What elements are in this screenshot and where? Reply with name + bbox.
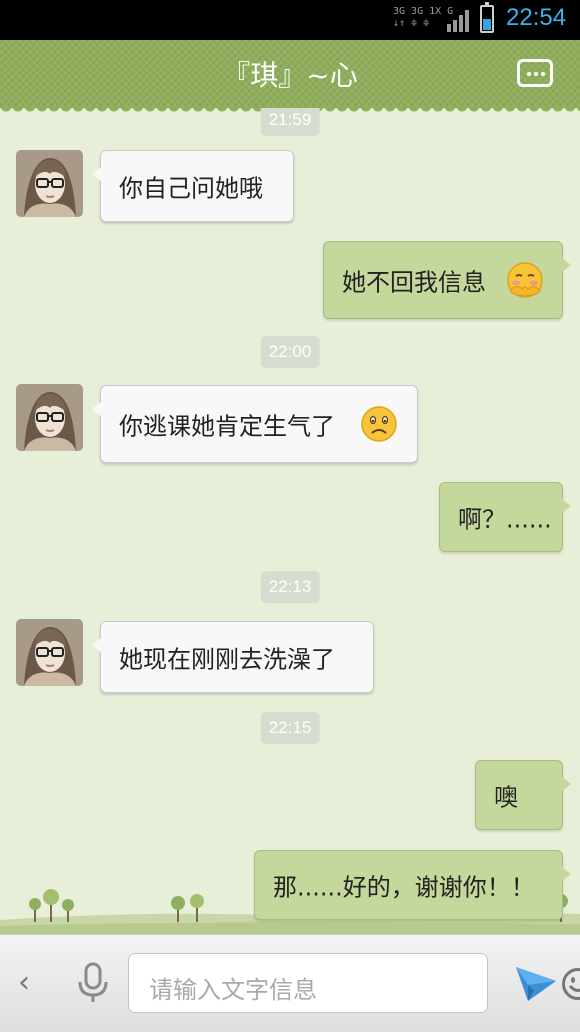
message-text: 噢 xyxy=(494,778,518,813)
smiley-icon[interactable] xyxy=(561,967,580,1001)
collapse-arrow-icon[interactable]: ‹ xyxy=(18,965,30,1000)
outgoing-message-bubble[interactable]: 啊？...... xyxy=(439,482,563,552)
chat-title: 『琪』~心 xyxy=(0,54,580,94)
input-bar: ‹ 请输入文字信息 xyxy=(0,934,580,1032)
timestamp: 22:00 xyxy=(261,336,320,368)
message-input[interactable]: 请输入文字信息 xyxy=(128,953,488,1013)
network-type-indicator: 3G 3G 1X G ↓↑ ≑ ≑ xyxy=(393,6,453,30)
contact-avatar[interactable] xyxy=(16,150,83,217)
incoming-message-bubble[interactable]: 你自己问她哦 xyxy=(100,150,294,222)
microphone-icon[interactable] xyxy=(76,962,110,1004)
message-text: 她不回我信息 xyxy=(342,263,486,298)
chat-header: 『琪』~心 xyxy=(0,40,580,108)
message-text: 那......好的，谢谢你！！ xyxy=(273,868,535,903)
outgoing-message-bubble[interactable]: 她不回我信息 xyxy=(323,241,563,319)
incoming-message-bubble[interactable]: 你逃课她肯定生气了 xyxy=(100,385,418,463)
timestamp: 21:59 xyxy=(261,108,320,136)
outgoing-message-bubble[interactable]: 噢 xyxy=(475,760,563,830)
battery-icon xyxy=(480,5,494,33)
timestamp: 22:13 xyxy=(261,571,320,603)
contact-avatar[interactable] xyxy=(16,384,83,451)
timestamp: 22:15 xyxy=(261,712,320,744)
shy-face-emoji-icon xyxy=(506,261,544,299)
message-text: 你逃课她肯定生气了 xyxy=(119,407,335,442)
sad-face-emoji-icon xyxy=(360,405,398,443)
message-text: 她现在刚刚去洗澡了 xyxy=(119,640,335,675)
send-icon[interactable] xyxy=(514,963,558,1003)
message-list[interactable]: 21:59 你自己问她哦 她不回我信息 22:00 xyxy=(0,108,580,934)
more-icon[interactable] xyxy=(517,59,553,87)
input-placeholder: 请输入文字信息 xyxy=(149,970,317,1005)
contact-avatar[interactable] xyxy=(16,619,83,686)
status-bar: 3G 3G 1X G ↓↑ ≑ ≑ 22:54 xyxy=(0,0,580,40)
signal-strength-icon xyxy=(447,8,469,32)
message-text: 你自己问她哦 xyxy=(119,169,263,204)
network-type-label: 3G 3G 1X G xyxy=(393,6,453,18)
network-activity-label: ↓↑ ≑ ≑ xyxy=(393,18,453,30)
message-text: 啊？...... xyxy=(458,500,552,535)
clock: 22:54 xyxy=(506,4,566,32)
incoming-message-bubble[interactable]: 她现在刚刚去洗澡了 xyxy=(100,621,374,693)
outgoing-message-bubble[interactable]: 那......好的，谢谢你！！ xyxy=(254,850,563,920)
